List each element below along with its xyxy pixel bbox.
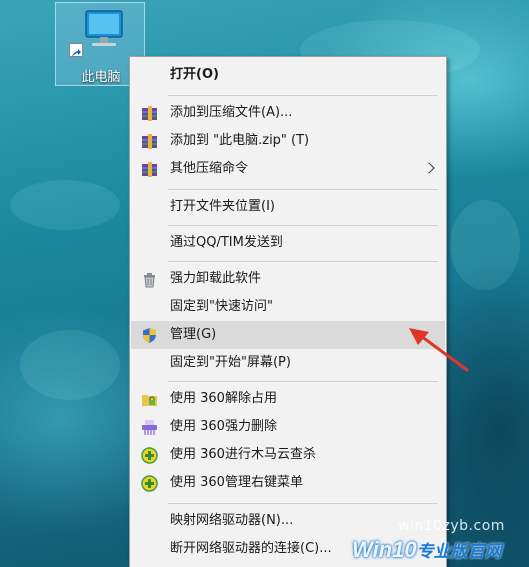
menu-item-label: 使用 360强力删除 (170, 419, 277, 434)
menu-item-label: 固定到"快速访问" (170, 299, 273, 314)
context-menu: 打开(O) 添加到压缩文件(A)... 添加到 "此电脑.zip" (T) 其他… (129, 56, 447, 567)
menu-separator (168, 189, 438, 190)
menu-item-label: 固定到"开始"屏幕(P) (170, 355, 291, 370)
watermark-brand: Win10专业版官网 (352, 537, 502, 563)
menu-item-pin-quick-access[interactable]: 固定到"快速访问" (131, 293, 445, 321)
menu-item-label: 添加到 "此电脑.zip" (T) (170, 133, 310, 148)
menu-item-360-unlock[interactable]: 使用 360解除占用 (131, 385, 445, 413)
menu-item-label: 打开(O) (170, 67, 219, 82)
menu-separator (168, 381, 438, 382)
menu-item-add-to-archive[interactable]: 添加到压缩文件(A)... (131, 99, 445, 127)
menu-item-other-compress[interactable]: 其他压缩命令 (131, 155, 445, 183)
menu-item-pin-to-start[interactable]: 固定到"开始"屏幕(P) (131, 349, 445, 377)
menu-item-label: 断开网络驱动器的连接(C)... (170, 541, 332, 556)
menu-item-label: 其他压缩命令 (170, 161, 249, 176)
menu-item-label: 打开文件夹位置(I) (170, 199, 275, 214)
menu-item-label: 强力卸载此软件 (170, 271, 262, 286)
watermark-brand-sub: 专业版官网 (416, 542, 502, 561)
shortcut-arrow-icon (69, 43, 83, 57)
winrar-archive-icon (142, 134, 157, 149)
computer-icon (85, 10, 123, 46)
chevron-right-icon (423, 162, 435, 174)
menu-item-label: 映射网络驱动器(N)... (170, 513, 294, 528)
menu-item-open[interactable]: 打开(O) (131, 61, 445, 89)
menu-item-label: 添加到压缩文件(A)... (170, 105, 293, 120)
menu-item-label: 通过QQ/TIM发送到 (170, 235, 283, 250)
trash-icon (144, 273, 155, 288)
menu-item-label: 使用 360进行木马云查杀 (170, 447, 316, 462)
360-plus-icon (141, 447, 158, 464)
menu-separator (168, 225, 438, 226)
winrar-archive-icon (142, 162, 157, 177)
menu-item-label: 使用 360解除占用 (170, 391, 277, 406)
menu-item-360-trojan-scan[interactable]: 使用 360进行木马云查杀 (131, 441, 445, 469)
menu-item-add-to-zip[interactable]: 添加到 "此电脑.zip" (T) (131, 127, 445, 155)
menu-item-360-manage-context-menu[interactable]: 使用 360管理右键菜单 (131, 469, 445, 497)
folder-lock-icon (142, 395, 157, 406)
shredder-icon (142, 420, 157, 435)
red-arrow-annotation (409, 328, 469, 372)
menu-item-360-force-delete[interactable]: 使用 360强力删除 (131, 413, 445, 441)
360-plus-icon (141, 475, 158, 492)
menu-separator (168, 95, 438, 96)
watermark-brand-name: Win10 (352, 537, 417, 562)
menu-item-label: 使用 360管理右键菜单 (170, 475, 303, 490)
menu-item-open-folder-location[interactable]: 打开文件夹位置(I) (131, 193, 445, 221)
menu-item-label: 管理(G) (170, 327, 217, 342)
menu-item-force-uninstall[interactable]: 强力卸载此软件 (131, 265, 445, 293)
shield-icon (143, 328, 156, 343)
watermark-site: win10zyb.com (398, 518, 505, 534)
menu-item-send-via-qq[interactable]: 通过QQ/TIM发送到 (131, 229, 445, 257)
menu-separator (168, 503, 438, 504)
menu-separator (168, 261, 438, 262)
winrar-archive-icon (142, 106, 157, 121)
menu-item-manage[interactable]: 管理(G) (131, 321, 445, 349)
